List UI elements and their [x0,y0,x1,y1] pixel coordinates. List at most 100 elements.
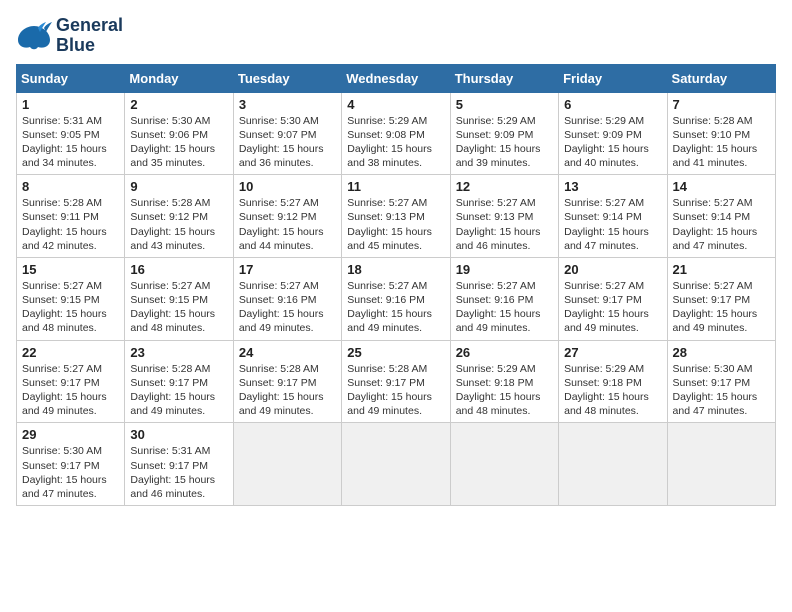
calendar-cell: 1Sunrise: 5:31 AMSunset: 9:05 PMDaylight… [17,92,125,175]
calendar-cell: 4Sunrise: 5:29 AMSunset: 9:08 PMDaylight… [342,92,450,175]
day-info: Sunrise: 5:27 AMSunset: 9:17 PMDaylight:… [22,362,119,419]
day-number: 11 [347,179,444,194]
calendar-week-4: 22 Sunrise: 5:27 AMSunset: 9:17 PMDayligh… [17,340,776,423]
day-info: Sunrise: 5:27 AMSunset: 9:13 PMDaylight:… [456,196,553,253]
calendar-cell: 30Sunrise: 5:31 AMSunset: 9:17 PMDayligh… [125,423,233,506]
day-number: 28 [673,345,770,360]
day-info: Sunrise: 5:28 AMSunset: 9:17 PMDaylight:… [130,362,227,419]
logo-icon [16,22,52,50]
calendar-header-row: SundayMondayTuesdayWednesdayThursdayFrid… [17,64,776,92]
calendar-header-sunday: Sunday [17,64,125,92]
calendar-cell: 16 Sunrise: 5:27 AMSunset: 9:15 PMDayligh… [125,257,233,340]
calendar-cell: 25 Sunrise: 5:28 AMSunset: 9:17 PMDayligh… [342,340,450,423]
day-number: 18 [347,262,444,277]
calendar-cell: 28 Sunrise: 5:30 AMSunset: 9:17 PMDayligh… [667,340,775,423]
day-info: Sunrise: 5:27 AMSunset: 9:16 PMDaylight:… [239,279,336,336]
day-number: 12 [456,179,553,194]
calendar-cell: 7 Sunrise: 5:28 AMSunset: 9:10 PMDaylight… [667,92,775,175]
day-number: 30 [130,427,227,442]
day-info: Sunrise: 5:27 AMSunset: 9:17 PMDaylight:… [673,279,770,336]
calendar-header-saturday: Saturday [667,64,775,92]
calendar-cell: 24 Sunrise: 5:28 AMSunset: 9:17 PMDayligh… [233,340,341,423]
day-number: 22 [22,345,119,360]
day-info: Sunrise: 5:29 AMSunset: 9:18 PMDaylight:… [456,362,553,419]
day-number: 29 [22,427,119,442]
day-number: 24 [239,345,336,360]
day-info: Sunrise: 5:27 AMSunset: 9:14 PMDaylight:… [564,196,661,253]
calendar-cell: 27Sunrise: 5:29 AMSunset: 9:18 PMDayligh… [559,340,667,423]
calendar-header-wednesday: Wednesday [342,64,450,92]
day-info: Sunrise: 5:27 AMSunset: 9:15 PMDaylight:… [130,279,227,336]
calendar-cell: 11 Sunrise: 5:27 AMSunset: 9:13 PMDayligh… [342,175,450,258]
day-number: 16 [130,262,227,277]
day-info: Sunrise: 5:27 AMSunset: 9:13 PMDaylight:… [347,196,444,253]
day-number: 7 [673,97,770,112]
day-info: Sunrise: 5:27 AMSunset: 9:14 PMDaylight:… [673,196,770,253]
calendar-cell: 12 Sunrise: 5:27 AMSunset: 9:13 PMDayligh… [450,175,558,258]
day-number: 25 [347,345,444,360]
day-number: 1 [22,97,119,112]
calendar-header-tuesday: Tuesday [233,64,341,92]
day-info: Sunrise: 5:30 AMSunset: 9:07 PMDaylight:… [239,114,336,171]
calendar-cell: 13 Sunrise: 5:27 AMSunset: 9:14 PMDayligh… [559,175,667,258]
calendar-cell: 23 Sunrise: 5:28 AMSunset: 9:17 PMDayligh… [125,340,233,423]
calendar-header-monday: Monday [125,64,233,92]
calendar-cell: 10 Sunrise: 5:27 AMSunset: 9:12 PMDayligh… [233,175,341,258]
day-number: 13 [564,179,661,194]
day-number: 23 [130,345,227,360]
day-info: Sunrise: 5:28 AMSunset: 9:17 PMDaylight:… [347,362,444,419]
calendar-cell: 29 Sunrise: 5:30 AMSunset: 9:17 PMDayligh… [17,423,125,506]
day-number: 21 [673,262,770,277]
calendar-cell [450,423,558,506]
day-info: Sunrise: 5:28 AMSunset: 9:17 PMDaylight:… [239,362,336,419]
day-number: 17 [239,262,336,277]
day-info: Sunrise: 5:27 AMSunset: 9:15 PMDaylight:… [22,279,119,336]
day-number: 10 [239,179,336,194]
calendar-cell: 9Sunrise: 5:28 AMSunset: 9:12 PMDaylight… [125,175,233,258]
calendar-cell: 2 Sunrise: 5:30 AMSunset: 9:06 PMDaylight… [125,92,233,175]
day-number: 19 [456,262,553,277]
logo-text: General Blue [56,16,123,56]
day-number: 20 [564,262,661,277]
day-number: 6 [564,97,661,112]
day-number: 27 [564,345,661,360]
day-number: 2 [130,97,227,112]
day-number: 8 [22,179,119,194]
day-number: 5 [456,97,553,112]
calendar-cell: 26Sunrise: 5:29 AMSunset: 9:18 PMDayligh… [450,340,558,423]
calendar-cell: 20 Sunrise: 5:27 AMSunset: 9:17 PMDayligh… [559,257,667,340]
logo: General Blue [16,16,123,56]
page-header: General Blue [16,16,776,56]
day-info: Sunrise: 5:29 AMSunset: 9:08 PMDaylight:… [347,114,444,171]
day-info: Sunrise: 5:27 AMSunset: 9:16 PMDaylight:… [456,279,553,336]
calendar-week-2: 8 Sunrise: 5:28 AMSunset: 9:11 PMDaylight… [17,175,776,258]
day-info: Sunrise: 5:29 AMSunset: 9:09 PMDaylight:… [456,114,553,171]
calendar-cell: 18 Sunrise: 5:27 AMSunset: 9:16 PMDayligh… [342,257,450,340]
calendar-cell: 8 Sunrise: 5:28 AMSunset: 9:11 PMDaylight… [17,175,125,258]
calendar-cell: 22 Sunrise: 5:27 AMSunset: 9:17 PMDayligh… [17,340,125,423]
calendar-cell: 21 Sunrise: 5:27 AMSunset: 9:17 PMDayligh… [667,257,775,340]
calendar-cell [233,423,341,506]
calendar-week-5: 29 Sunrise: 5:30 AMSunset: 9:17 PMDayligh… [17,423,776,506]
calendar-week-1: 1Sunrise: 5:31 AMSunset: 9:05 PMDaylight… [17,92,776,175]
calendar-cell [667,423,775,506]
day-info: Sunrise: 5:27 AMSunset: 9:12 PMDaylight:… [239,196,336,253]
calendar-cell: 5 Sunrise: 5:29 AMSunset: 9:09 PMDaylight… [450,92,558,175]
day-info: Sunrise: 5:29 AMSunset: 9:09 PMDaylight:… [564,114,661,171]
day-info: Sunrise: 5:27 AMSunset: 9:17 PMDaylight:… [564,279,661,336]
calendar-cell: 6 Sunrise: 5:29 AMSunset: 9:09 PMDaylight… [559,92,667,175]
calendar-cell [559,423,667,506]
calendar-cell: 19 Sunrise: 5:27 AMSunset: 9:16 PMDayligh… [450,257,558,340]
day-info: Sunrise: 5:28 AMSunset: 9:11 PMDaylight:… [22,196,119,253]
day-info: Sunrise: 5:27 AMSunset: 9:16 PMDaylight:… [347,279,444,336]
day-number: 15 [22,262,119,277]
calendar-header-friday: Friday [559,64,667,92]
calendar-header-thursday: Thursday [450,64,558,92]
day-info: Sunrise: 5:30 AMSunset: 9:17 PMDaylight:… [673,362,770,419]
day-info: Sunrise: 5:28 AMSunset: 9:10 PMDaylight:… [673,114,770,171]
calendar-table: SundayMondayTuesdayWednesdayThursdayFrid… [16,64,776,506]
day-info: Sunrise: 5:28 AMSunset: 9:12 PMDaylight:… [130,196,227,253]
calendar-week-3: 15 Sunrise: 5:27 AMSunset: 9:15 PMDayligh… [17,257,776,340]
day-info: Sunrise: 5:30 AMSunset: 9:17 PMDaylight:… [22,444,119,501]
day-info: Sunrise: 5:30 AMSunset: 9:06 PMDaylight:… [130,114,227,171]
